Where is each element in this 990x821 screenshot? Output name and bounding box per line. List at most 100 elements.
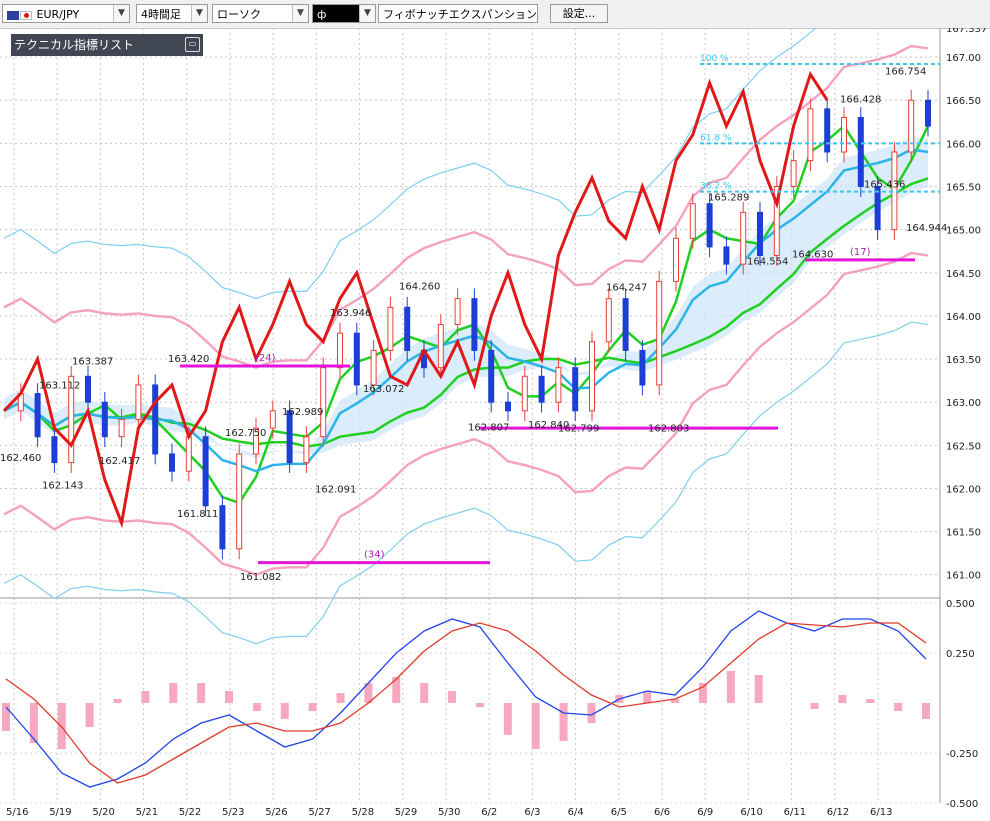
candle-body (370, 349, 377, 386)
candle-body (152, 384, 159, 455)
cloud-area (4, 136, 928, 459)
eu-flag-icon (7, 10, 19, 20)
indicator-list-panel[interactable]: テクニカル指標リスト ▭ (11, 34, 203, 56)
osc-y-tick-label: -0.250 (946, 749, 978, 760)
x-tick-label: 6/12 (827, 807, 849, 818)
chevron-down-icon[interactable]: ▼ (191, 5, 207, 22)
y-tick-label: 161.50 (946, 528, 981, 539)
chart-style-label: ローソク (217, 8, 261, 21)
candle-body (269, 410, 276, 429)
ichimoku-cloud (4, 136, 928, 459)
osc-y-tick-label: -0.500 (946, 799, 978, 810)
x-tick-label: 5/19 (49, 807, 71, 818)
histogram-bar (141, 691, 150, 703)
fib-level-label: 38.2 % (700, 182, 732, 192)
histogram-bar (838, 695, 847, 703)
settings-button[interactable]: 設定... (550, 4, 608, 23)
x-tick-label: 5/22 (179, 807, 201, 818)
y-tick-label: 167.00 (946, 53, 981, 64)
x-tick-label: 6/5 (611, 807, 627, 818)
price-annotation: 164.247 (606, 282, 647, 293)
candle-body (572, 367, 579, 412)
candle-body (521, 375, 528, 412)
y-tick-label: 166.00 (946, 139, 981, 150)
x-tick-label: 6/4 (568, 807, 584, 818)
currency-pair-label: EUR/JPY (36, 8, 80, 21)
price-annotation: 162.807 (468, 423, 509, 434)
y-tick-label: 166.50 (946, 96, 981, 107)
chevron-down-icon[interactable]: ▼ (359, 5, 375, 22)
candle-body (454, 298, 461, 326)
candle-body (857, 116, 864, 187)
histogram-bar (113, 699, 122, 703)
histogram-bar (894, 703, 903, 711)
candle-body (404, 306, 411, 351)
x-tick-label: 6/9 (697, 807, 713, 818)
x-tick-label: 5/28 (352, 807, 374, 818)
candle-body (337, 332, 343, 369)
histogram-bar (866, 699, 875, 703)
candle-body (874, 185, 881, 231)
price-annotation: 163.112 (39, 381, 80, 392)
candle-body (706, 203, 713, 248)
draw-tool-name: フィボナッチエクスパンション (383, 8, 537, 21)
x-tick-label: 6/2 (481, 807, 497, 818)
candle-body (101, 401, 108, 438)
count-label: (17) (850, 247, 871, 258)
candle-body (807, 108, 814, 162)
histogram-bar (336, 693, 345, 703)
candle-body (202, 436, 209, 507)
count-label: (34) (364, 550, 385, 561)
price-annotation: 165.436 (864, 180, 905, 191)
candle-body (387, 306, 394, 351)
draw-tool-name-field[interactable]: フィボナッチエクスパンション (378, 4, 538, 23)
collapse-icon[interactable]: ▭ (185, 37, 200, 52)
chart-style-select[interactable]: ローソク ▼ (212, 4, 309, 23)
y-tick-label: 165.50 (946, 182, 981, 193)
y-tick-label: 163.00 (946, 398, 981, 409)
price-annotation: 162.989 (282, 407, 323, 418)
fib-level-label: 61.8 % (700, 133, 732, 143)
histogram-bar (252, 703, 261, 711)
candle-body (505, 401, 511, 412)
histogram-bar (698, 683, 707, 703)
histogram-bar (726, 671, 735, 703)
x-tick-label: 5/21 (136, 807, 158, 818)
price-annotation: 161.811 (177, 509, 218, 520)
currency-pair-select[interactable]: EUR/JPY ▼ (2, 4, 130, 23)
price-annotation: 164.260 (399, 281, 440, 292)
y-tick-label: 167.337 (946, 28, 987, 35)
timeframe-select[interactable]: 4時間足 ▼ (136, 4, 208, 23)
x-tick-label: 6/3 (524, 807, 540, 818)
x-tick-label: 5/20 (92, 807, 114, 818)
price-annotation: 162.803 (648, 423, 689, 434)
x-tick-label: 5/30 (438, 807, 460, 818)
timeframe-label: 4時間足 (141, 8, 181, 21)
x-tick-label: 6/11 (784, 807, 806, 818)
candle-body (286, 410, 293, 464)
draw-tool-icon: ф (317, 8, 327, 21)
candle-body (824, 108, 831, 153)
candle-body (639, 349, 646, 386)
y-tick-label: 161.00 (946, 571, 981, 582)
histogram-bar (197, 683, 206, 703)
histogram-bar (754, 675, 763, 703)
osc-y-tick-label: 0.250 (946, 649, 975, 660)
price-annotation: 162.417 (99, 456, 140, 467)
chevron-down-icon[interactable]: ▼ (113, 5, 129, 22)
candle-body (236, 453, 243, 550)
settings-label: 設定... (562, 7, 596, 20)
candle-body (85, 375, 91, 403)
histogram-bar (448, 691, 457, 703)
candle-body (790, 160, 797, 187)
histogram-bar (85, 703, 94, 727)
price-annotation: 163.420 (168, 354, 209, 365)
x-axis: 5/16 5/19 5/20 5/21 5/22 5/23 5/26 5/27 5/28 5/29… (6, 807, 892, 818)
chevron-down-icon[interactable]: ▼ (292, 5, 308, 22)
candle-body (135, 384, 142, 420)
price-annotation: 164.554 (747, 256, 788, 267)
price-chart[interactable]: 100 % 61.8 % 38.2 % (24) (34) (17) 162.460 163… (0, 28, 990, 821)
y-tick-label: 162.00 (946, 484, 981, 495)
candle-body (185, 436, 192, 472)
draw-tool-select[interactable]: ф ▼ (312, 4, 376, 23)
